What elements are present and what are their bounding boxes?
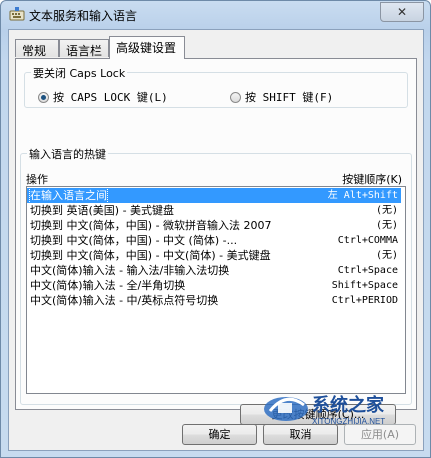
title-bar[interactable]: 文本服务和输入语言 ✕: [1, 1, 430, 29]
list-item[interactable]: 中文(简体)输入法 - 中/英标点符号切换 Ctrl+PERIOD: [27, 293, 401, 308]
radio-selected-icon: [38, 91, 49, 103]
close-icon: ✕: [396, 5, 408, 19]
caps-lock-key-label: 按 CAPS LOCK 键(L): [53, 91, 168, 104]
hotkeys-list[interactable]: 在输入语言之间左 Alt+Shift 切换到 英语(美国) - 美式键盘 (无) …: [26, 186, 406, 394]
tab-language-bar[interactable]: 语言栏: [59, 39, 109, 58]
dialog-window: 文本服务和输入语言 ✕ 常规 语言栏 高级键设置 要关闭 Caps Lock 按…: [0, 0, 431, 458]
tab-general[interactable]: 常规: [15, 39, 59, 58]
radio-unselected-icon: [230, 91, 241, 103]
keyboard-app-icon: [9, 7, 25, 21]
list-item[interactable]: 切换到 中文(简体，中国) - 微软拼音输入法 2007 (无): [27, 218, 401, 233]
caps-lock-key-radio[interactable]: 按 CAPS LOCK 键(L): [38, 89, 168, 105]
caps-lock-group-label: 要关闭 Caps Lock: [31, 65, 128, 81]
shift-key-radio[interactable]: 按 SHIFT 键(F): [230, 89, 333, 105]
apply-button[interactable]: 应用(A): [344, 424, 416, 445]
list-item[interactable]: 切换到 英语(美国) - 美式键盘 (无): [27, 203, 401, 218]
hotkeys-group-label: 输入语言的热键: [27, 146, 108, 162]
list-item[interactable]: 中文(简体)输入法 - 输入法/非输入法切换 Ctrl+Space: [27, 263, 401, 278]
ok-button[interactable]: 确定: [182, 424, 257, 445]
dialog-client: 常规 语言栏 高级键设置 要关闭 Caps Lock 按 CAPS LOCK 键…: [8, 29, 424, 451]
hotkeys-list-header: 操作 按键顺序(K): [26, 171, 402, 186]
key-sequence-column-header: 按键顺序(K): [342, 173, 402, 186]
list-item[interactable]: 切换到 中文(简体，中国) - 中文(简体) - 美式键盘 (无): [27, 248, 401, 263]
advanced-key-settings-panel: 要关闭 Caps Lock 按 CAPS LOCK 键(L) 按 SHIFT 键…: [15, 58, 417, 425]
tab-advanced-key-settings[interactable]: 高级键设置: [109, 36, 185, 59]
window-title: 文本服务和输入语言: [29, 9, 138, 23]
shift-key-label: 按 SHIFT 键(F): [245, 91, 334, 104]
list-item[interactable]: 中文(简体)输入法 - 全/半角切换 Shift+Space: [27, 278, 401, 293]
close-button[interactable]: ✕: [380, 2, 424, 22]
cancel-button[interactable]: 取消: [263, 424, 338, 445]
list-item[interactable]: 在输入语言之间左 Alt+Shift: [27, 187, 401, 204]
change-key-sequence-button[interactable]: 更改按键顺序(C)...: [240, 404, 396, 425]
action-column-header: 操作: [26, 173, 48, 186]
list-item[interactable]: 切换到 中文(简体，中国) - 中文 (简体) -... Ctrl+COMMA: [27, 233, 401, 248]
